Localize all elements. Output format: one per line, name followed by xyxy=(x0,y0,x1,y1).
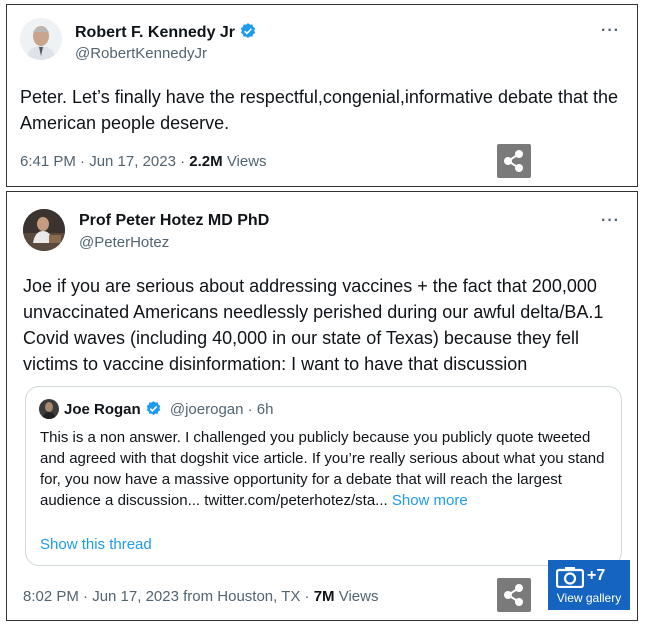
quoted-tweet[interactable]: Joe Rogan @joerogan · 6h This is a non a… xyxy=(25,386,622,566)
gallery-count: +7 xyxy=(587,567,606,584)
author-name[interactable]: Robert F. Kennedy Jr xyxy=(75,22,257,45)
gallery-label: View gallery xyxy=(556,591,622,605)
avatar-rfk-image xyxy=(20,18,62,60)
quoted-handle-time: @joerogan · 6h xyxy=(169,401,274,418)
view-gallery-button[interactable]: +7 View gallery xyxy=(548,560,630,610)
avatar-rfk[interactable] xyxy=(20,18,62,60)
more-icon[interactable]: ··· xyxy=(601,22,620,40)
avatar-hotez-image xyxy=(23,209,65,251)
tweet-card-rfk[interactable]: Robert F. Kennedy Jr @RobertKennedyJr ··… xyxy=(6,4,638,187)
share-icon[interactable] xyxy=(497,144,531,178)
tweet-timestamp[interactable]: 6:41 PM · Jun 17, 2023 · xyxy=(20,153,185,170)
views-count: 2.2M xyxy=(189,153,223,170)
quoted-author[interactable]: Joe Rogan @joerogan · 6h xyxy=(64,400,273,421)
tweet-timestamp[interactable]: 8:02 PM · Jun 17, 2023 from Houston, TX … xyxy=(23,588,310,605)
tweet-text: Peter. Let’s finally have the respectful… xyxy=(20,87,619,133)
tweet-card-hotez[interactable]: Prof Peter Hotez MD PhD @PeterHotez ··· … xyxy=(6,191,638,621)
tweet-text: Joe if you are serious about addressing … xyxy=(23,276,604,374)
avatar-joe-rogan-image xyxy=(39,399,59,419)
views-count: 7M xyxy=(313,588,335,605)
avatar-joe-rogan[interactable] xyxy=(39,399,59,419)
share-icon[interactable] xyxy=(497,578,531,612)
views-label: Views xyxy=(226,153,267,170)
avatar-hotez[interactable] xyxy=(23,209,65,251)
camera-icon xyxy=(555,566,585,593)
tweet-meta: 6:41 PM · Jun 17, 2023 · 2.2M Views xyxy=(20,153,267,170)
author-handle[interactable]: @RobertKennedyJr xyxy=(75,45,207,62)
verified-badge-icon xyxy=(239,22,257,45)
verified-badge-icon xyxy=(145,400,162,421)
author-name[interactable]: Prof Peter Hotez MD PhD xyxy=(79,212,269,230)
show-thread-link[interactable]: Show this thread xyxy=(40,536,152,553)
author-name-text[interactable]: Robert F. Kennedy Jr xyxy=(75,24,235,41)
quoted-text-block: This is a non answer. I challenged you p… xyxy=(40,427,610,511)
more-icon[interactable]: ··· xyxy=(601,212,620,230)
views-label: Views xyxy=(338,588,379,605)
quoted-text: This is a non answer. I challenged you p… xyxy=(40,429,605,509)
quoted-author-name[interactable]: Joe Rogan xyxy=(64,401,141,418)
author-handle[interactable]: @PeterHotez xyxy=(79,234,169,251)
show-more-link[interactable]: Show more xyxy=(392,492,468,509)
tweet-meta: 8:02 PM · Jun 17, 2023 from Houston, TX … xyxy=(23,588,378,605)
